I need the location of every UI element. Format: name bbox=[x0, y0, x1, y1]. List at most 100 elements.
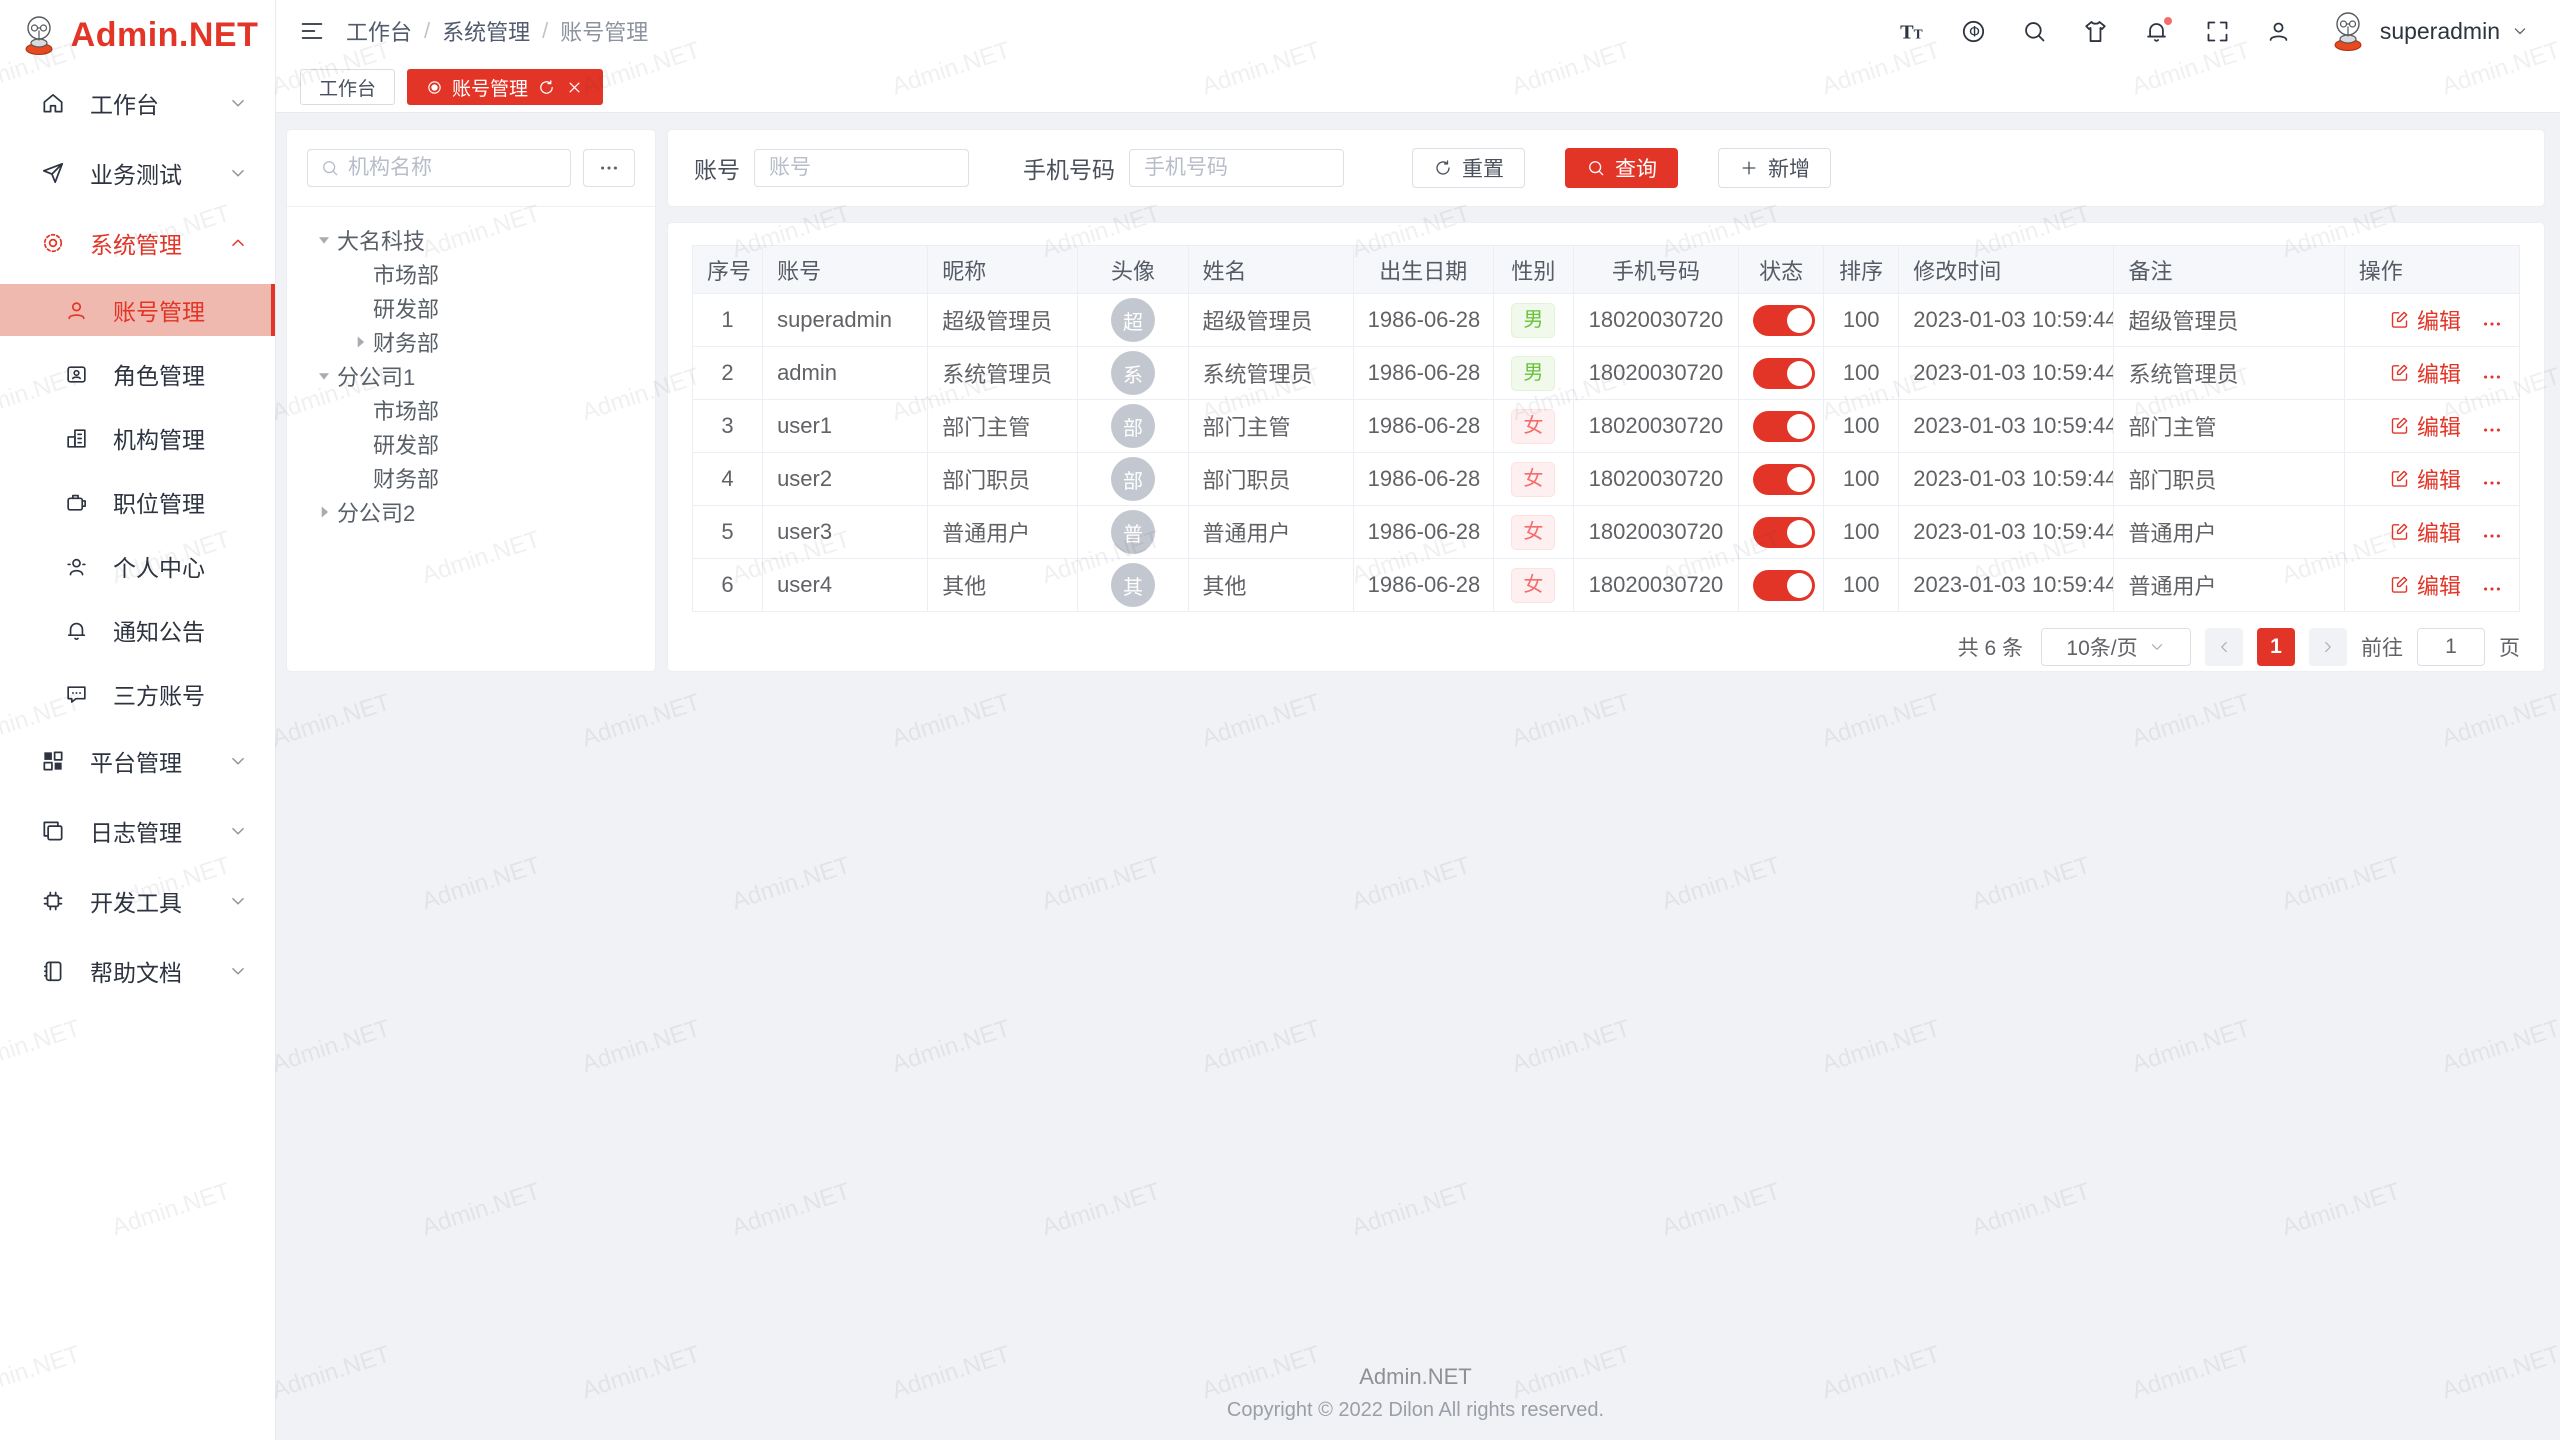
status-toggle[interactable] bbox=[1753, 411, 1815, 442]
cell-ops: 编辑 bbox=[2344, 294, 2519, 347]
add-button[interactable]: 新增 bbox=[1718, 148, 1831, 188]
refresh-icon[interactable] bbox=[537, 78, 556, 97]
send-icon bbox=[40, 160, 66, 186]
sidebar-subitem-2-5[interactable]: 通知公告 bbox=[0, 604, 275, 656]
person-icon[interactable] bbox=[2265, 18, 2292, 45]
caret-down-icon[interactable] bbox=[313, 365, 335, 387]
goto-page-input[interactable] bbox=[2417, 628, 2485, 666]
log-icon bbox=[40, 818, 66, 844]
close-icon[interactable] bbox=[565, 78, 584, 97]
cell-birth: 1986-06-28 bbox=[1353, 400, 1493, 453]
sidebar-item-0[interactable]: 工作台 bbox=[0, 74, 275, 132]
page-size-select[interactable]: 10条/页 bbox=[2041, 628, 2191, 666]
sidebar-item-6[interactable]: 帮助文档 bbox=[0, 942, 275, 1000]
tree-node-3[interactable]: 财务部 bbox=[295, 325, 647, 359]
tree-node-label: 大名科技 bbox=[337, 224, 425, 256]
org-more-button[interactable] bbox=[583, 149, 635, 187]
menu-fold-icon[interactable] bbox=[298, 17, 326, 45]
breadcrumb-item[interactable]: 工作台 bbox=[346, 15, 412, 47]
caret-right-icon[interactable] bbox=[313, 501, 335, 523]
tree-node-1[interactable]: 市场部 bbox=[295, 257, 647, 291]
sidebar-subitem-2-1[interactable]: 角色管理 bbox=[0, 348, 275, 400]
column-header-phone: 手机号码 bbox=[1573, 246, 1738, 294]
tab-1[interactable]: 账号管理 bbox=[407, 69, 603, 105]
org-search-input[interactable] bbox=[348, 156, 558, 180]
edit-label: 编辑 bbox=[2417, 463, 2461, 495]
filter-bar: 账号 手机号码 重置 bbox=[667, 129, 2545, 207]
tree-node-2[interactable]: 研发部 bbox=[295, 291, 647, 325]
sidebar-subitem-2-3[interactable]: 职位管理 bbox=[0, 476, 275, 528]
cell-time: 2023-01-03 10:59:44 bbox=[1899, 506, 2114, 559]
sidebar-item-3[interactable]: 平台管理 bbox=[0, 732, 275, 790]
edit-button[interactable]: 编辑 bbox=[2389, 410, 2461, 442]
tree-node-8[interactable]: 分公司2 bbox=[295, 495, 647, 529]
search-icon[interactable] bbox=[2021, 18, 2048, 45]
next-page-button[interactable] bbox=[2309, 628, 2347, 666]
tab-0[interactable]: 工作台 bbox=[300, 69, 395, 105]
status-toggle[interactable] bbox=[1753, 517, 1815, 548]
row-more-button[interactable] bbox=[2479, 366, 2505, 388]
caret-right-icon[interactable] bbox=[349, 331, 371, 353]
edit-button[interactable]: 编辑 bbox=[2389, 569, 2461, 601]
sidebar-subitem-2-0[interactable]: 账号管理 bbox=[0, 284, 275, 336]
cell-status bbox=[1739, 347, 1824, 400]
phone-filter-input[interactable] bbox=[1129, 149, 1344, 187]
language-icon[interactable]: Φ bbox=[1960, 18, 1987, 45]
cell-remark: 超级管理员 bbox=[2114, 294, 2344, 347]
edit-label: 编辑 bbox=[2417, 410, 2461, 442]
plus-icon bbox=[1739, 158, 1759, 178]
row-more-button[interactable] bbox=[2479, 525, 2505, 547]
tree-node-4[interactable]: 分公司1 bbox=[295, 359, 647, 393]
sidebar-subitem-2-2[interactable]: 机构管理 bbox=[0, 412, 275, 464]
sidebar-subitem-2-6[interactable]: 三方账号 bbox=[0, 668, 275, 720]
tree-node-7[interactable]: 财务部 bbox=[295, 461, 647, 495]
sidebar-item-5[interactable]: 开发工具 bbox=[0, 872, 275, 930]
cell-nickname: 超级管理员 bbox=[928, 294, 1078, 347]
edit-button[interactable]: 编辑 bbox=[2389, 304, 2461, 336]
edit-button[interactable]: 编辑 bbox=[2389, 463, 2461, 495]
notification-icon[interactable] bbox=[2143, 18, 2170, 45]
status-toggle[interactable] bbox=[1753, 305, 1815, 336]
sidebar-item-1[interactable]: 业务测试 bbox=[0, 144, 275, 202]
tree-node-5[interactable]: 市场部 bbox=[295, 393, 647, 427]
user-menu[interactable]: superadmin bbox=[2326, 9, 2530, 53]
row-more-button[interactable] bbox=[2479, 472, 2505, 494]
account-filter-input[interactable] bbox=[754, 149, 969, 187]
row-more-button[interactable] bbox=[2479, 578, 2505, 600]
search-button[interactable]: 查询 bbox=[1565, 148, 1678, 188]
row-more-button[interactable] bbox=[2479, 313, 2505, 335]
cell-nickname: 部门职员 bbox=[928, 453, 1078, 506]
edit-button[interactable]: 编辑 bbox=[2389, 357, 2461, 389]
tree-node-0[interactable]: 大名科技 bbox=[295, 223, 647, 257]
sidebar-item-2[interactable]: 系统管理 bbox=[0, 214, 275, 272]
cell-nickname: 系统管理员 bbox=[928, 347, 1078, 400]
cell-phone: 18020030720 bbox=[1573, 453, 1738, 506]
sidebar-subitem-2-4[interactable]: 个人中心 bbox=[0, 540, 275, 592]
tree-node-label: 分公司2 bbox=[337, 496, 415, 528]
page-1-button[interactable]: 1 bbox=[2257, 628, 2295, 666]
font-size-icon[interactable]: TT bbox=[1899, 18, 1926, 45]
caret-down-icon[interactable] bbox=[313, 229, 335, 251]
chevron-down-icon bbox=[227, 890, 249, 912]
fullscreen-icon[interactable] bbox=[2204, 18, 2231, 45]
status-toggle[interactable] bbox=[1753, 464, 1815, 495]
column-header-name: 姓名 bbox=[1188, 246, 1353, 294]
status-toggle[interactable] bbox=[1753, 358, 1815, 389]
reset-button[interactable]: 重置 bbox=[1412, 148, 1525, 188]
tree-node-6[interactable]: 研发部 bbox=[295, 427, 647, 461]
cell-time: 2023-01-03 10:59:44 bbox=[1899, 347, 2114, 400]
edit-button[interactable]: 编辑 bbox=[2389, 516, 2461, 548]
content-row: 大名科技市场部研发部财务部分公司1市场部研发部财务部分公司2 账号 手机号码 bbox=[286, 129, 2545, 672]
theme-shirt-icon[interactable] bbox=[2082, 18, 2109, 45]
status-toggle[interactable] bbox=[1753, 570, 1815, 601]
breadcrumb-item[interactable]: 系统管理 bbox=[442, 15, 530, 47]
cell-nickname: 普通用户 bbox=[928, 506, 1078, 559]
cell-ops: 编辑 bbox=[2344, 506, 2519, 559]
cell-avatar: 部 bbox=[1078, 400, 1188, 453]
sidebar-submenu: 账号管理角色管理机构管理职位管理个人中心通知公告三方账号 bbox=[0, 284, 275, 720]
row-more-button[interactable] bbox=[2479, 419, 2505, 441]
prev-page-button[interactable] bbox=[2205, 628, 2243, 666]
sidebar-subitem-label: 机构管理 bbox=[113, 421, 249, 455]
more-icon bbox=[598, 157, 620, 179]
sidebar-item-4[interactable]: 日志管理 bbox=[0, 802, 275, 860]
